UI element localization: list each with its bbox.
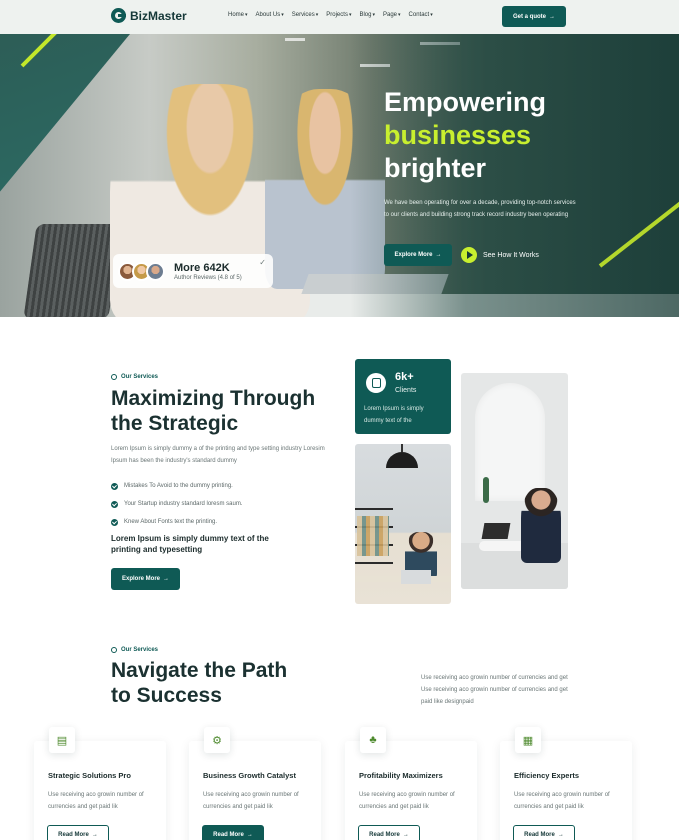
check-icon: ✓ bbox=[259, 258, 266, 267]
badge-icon bbox=[366, 373, 386, 393]
list-item: Your Startup industry standard loresm sa… bbox=[111, 495, 243, 513]
nav-item-home[interactable]: Home▾ bbox=[228, 12, 248, 18]
nav-item-page[interactable]: Page▾ bbox=[383, 12, 401, 18]
section-title: Navigate the Path to Success bbox=[111, 659, 288, 707]
avatar bbox=[146, 261, 165, 281]
review-rating: Author Reviews (4.8 of 5) bbox=[174, 274, 242, 281]
clients-label: Clients bbox=[395, 387, 417, 394]
card-description: Use receiving aco growin number of curre… bbox=[359, 792, 455, 810]
check-circle-icon bbox=[111, 500, 118, 508]
circle-icon bbox=[111, 647, 117, 653]
play-icon bbox=[461, 247, 477, 263]
feature-checklist: Mistakes To Avoid to the dummy printing.… bbox=[111, 477, 243, 531]
logo-text: BizMaster bbox=[130, 8, 187, 23]
explore-more-button[interactable]: Explore More → bbox=[111, 568, 180, 590]
document-icon: ▤ bbox=[49, 727, 75, 753]
hero-photo-chair bbox=[23, 224, 122, 317]
read-more-button[interactable]: Read More → bbox=[513, 825, 575, 840]
chevron-down-icon: ▾ bbox=[430, 12, 433, 18]
section-description: Lorem Ipsum is simply dummy a of the pri… bbox=[111, 446, 325, 464]
card-title: Efficiency Experts bbox=[514, 771, 580, 780]
read-more-button[interactable]: Read More → bbox=[202, 825, 264, 840]
check-circle-icon bbox=[111, 482, 118, 490]
site-header: BizMaster Home▾ About Us▾ Services▾ Proj… bbox=[0, 0, 679, 34]
nav-item-blog[interactable]: Blog▾ bbox=[359, 12, 375, 18]
service-card: ⚙ Business Growth Catalyst Use receiving… bbox=[189, 727, 321, 840]
card-description: Use receiving aco growin number of curre… bbox=[48, 792, 144, 810]
service-card: ▦ Efficiency Experts Use receiving aco g… bbox=[500, 727, 632, 840]
chevron-down-icon: ▾ bbox=[281, 12, 284, 18]
review-card: More 642K Author Reviews (4.8 of 5) ✓ bbox=[113, 254, 273, 288]
check-circle-icon bbox=[111, 518, 118, 526]
main-nav: Home▾ About Us▾ Services▾ Projects▾ Blog… bbox=[228, 12, 433, 18]
arrow-right-icon: → bbox=[402, 832, 409, 838]
hero-banner bbox=[0, 34, 679, 317]
nav-item-projects[interactable]: Projects▾ bbox=[326, 12, 351, 18]
clients-description: Lorem Ipsum is simply dummy text of the bbox=[364, 406, 424, 424]
section-eyebrow: Our Services bbox=[111, 374, 158, 380]
circle-icon bbox=[111, 374, 117, 380]
office-photo bbox=[355, 444, 451, 604]
arrow-right-icon: → bbox=[246, 832, 253, 838]
arrow-right-icon: → bbox=[549, 13, 555, 20]
arrow-right-icon: → bbox=[91, 832, 98, 838]
list-item: Knew About Fonts text the printing. bbox=[111, 513, 243, 531]
hero-subtitle: We have been operating for over a decade… bbox=[384, 200, 576, 218]
card-title: Profitability Maximizers bbox=[359, 771, 443, 780]
card-description: Use receiving aco growin number of curre… bbox=[514, 792, 610, 810]
chevron-down-icon: ▾ bbox=[245, 12, 248, 18]
clients-count: 6k+ bbox=[395, 371, 414, 383]
chevron-down-icon: ▾ bbox=[315, 12, 319, 18]
clients-stat-card: 6k+ Clients Lorem Ipsum is simply dummy … bbox=[355, 359, 451, 434]
section-description: Use receiving aco growin number of curre… bbox=[421, 675, 568, 705]
service-card: ▤ Strategic Solutions Pro Use receiving … bbox=[34, 727, 166, 840]
arrow-right-icon: → bbox=[557, 832, 564, 838]
card-description: Use receiving aco growin number of curre… bbox=[203, 792, 299, 810]
nav-item-about[interactable]: About Us▾ bbox=[256, 12, 284, 18]
get-quote-button[interactable]: Get a quote → bbox=[502, 6, 566, 27]
explore-more-button[interactable]: Explore More → bbox=[384, 244, 452, 266]
chevron-down-icon: ▾ bbox=[372, 12, 375, 18]
chart-icon: ♣ bbox=[360, 727, 386, 753]
workspace-photo bbox=[461, 373, 568, 589]
nav-item-services[interactable]: Services▾ bbox=[292, 12, 319, 18]
review-count: More 642K bbox=[174, 261, 230, 274]
read-more-button[interactable]: Read More → bbox=[47, 825, 109, 840]
service-card: ♣ Profitability Maximizers Use receiving… bbox=[345, 727, 477, 840]
see-how-it-works-button[interactable]: See How It Works bbox=[461, 247, 539, 263]
card-title: Business Growth Catalyst bbox=[203, 771, 296, 780]
logo[interactable]: BizMaster bbox=[111, 8, 187, 23]
list-item: Mistakes To Avoid to the dummy printing. bbox=[111, 477, 243, 495]
read-more-button[interactable]: Read More → bbox=[358, 825, 420, 840]
avatar-group bbox=[118, 261, 165, 281]
nav-item-contact[interactable]: Contact▾ bbox=[409, 12, 433, 18]
section-title: Maximizing Through the Strategic bbox=[111, 387, 316, 435]
hero-title: Empowering businesses brighter bbox=[384, 87, 547, 183]
analytics-icon: ▦ bbox=[515, 727, 541, 753]
chevron-down-icon: ▾ bbox=[348, 12, 352, 18]
card-title: Strategic Solutions Pro bbox=[48, 771, 131, 780]
arrow-right-icon: → bbox=[163, 576, 169, 582]
arrow-right-icon: → bbox=[435, 252, 442, 258]
gear-icon: ⚙ bbox=[204, 727, 230, 753]
highlight-text: Lorem Ipsum is simply dummy text of the … bbox=[111, 534, 269, 554]
logo-icon bbox=[111, 8, 126, 23]
chevron-down-icon: ▾ bbox=[398, 12, 401, 18]
decorative-light bbox=[285, 38, 305, 41]
section-eyebrow: Our Services bbox=[111, 647, 158, 653]
